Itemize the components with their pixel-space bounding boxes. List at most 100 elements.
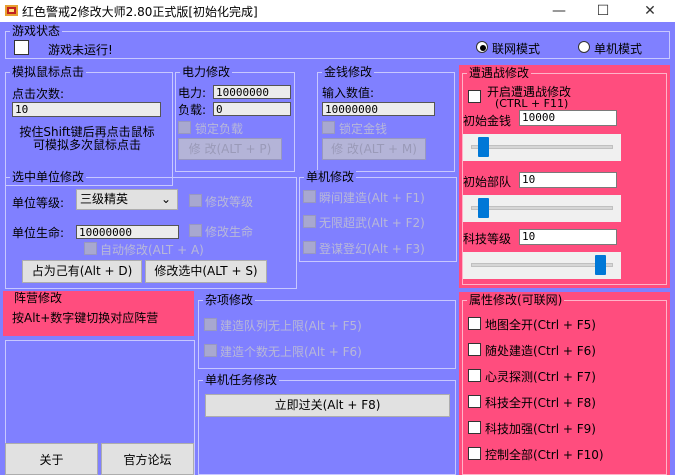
single-mode-radio[interactable] <box>578 41 590 53</box>
initial-money-input[interactable]: 10000 <box>519 110 617 126</box>
modify-level-checkbox[interactable] <box>189 194 202 207</box>
time-travel-checkbox[interactable] <box>303 241 316 254</box>
attribute-checkbox[interactable] <box>468 447 481 460</box>
lock-load-checkbox[interactable] <box>178 121 191 134</box>
chevron-down-icon: ⌄ <box>160 192 171 206</box>
unit-hp-label: 单位生命: <box>12 226 65 240</box>
unlimited-super-checkbox[interactable] <box>303 215 316 228</box>
about-button[interactable]: 关于 <box>5 443 98 475</box>
slider-thumb[interactable] <box>595 255 607 275</box>
click-count-input[interactable]: 10 <box>12 102 161 117</box>
auto-modify-checkbox[interactable] <box>84 242 97 255</box>
slider-thumb[interactable] <box>477 137 489 157</box>
modify-hp-label: 修改生命 <box>205 225 254 239</box>
forum-button[interactable]: 官方论坛 <box>101 443 194 475</box>
pass-level-button[interactable]: 立即过关(Alt + F8) <box>205 394 450 417</box>
maximize-icon: ☐ <box>596 3 610 19</box>
count-unlimited-label: 建造个数无上限(Alt + F6) <box>220 345 362 359</box>
attribute-label[interactable]: 心灵探测(Ctrl + F7) <box>485 368 596 385</box>
attribute-label[interactable]: 科技全开(Ctrl + F8) <box>485 394 596 411</box>
lock-load-label: 锁定负载 <box>195 122 244 136</box>
single-player-title: 单机修改 <box>304 170 357 184</box>
single-mode-label[interactable]: 单机模式 <box>594 40 642 57</box>
load-input[interactable]: 0 <box>213 102 291 116</box>
faction-title: 阵营修改 <box>14 291 63 305</box>
title-bar[interactable]: 红色警戒2修改大师2.80正式版[初始化完成] — ☐ ✕ <box>0 0 675 22</box>
time-travel-label: 登谋登幻(Alt + F3) <box>319 242 425 256</box>
power-title: 电力修改 <box>180 65 233 79</box>
game-status-text: 游戏未运行! <box>48 43 113 57</box>
power-input[interactable]: 10000000 <box>213 85 291 99</box>
unit-title: 选中单位修改 <box>10 170 87 184</box>
occupy-button[interactable]: 占为己有(Alt + D) <box>22 260 142 283</box>
count-unlimited-checkbox[interactable] <box>204 344 217 357</box>
close-icon: ✕ <box>644 3 656 19</box>
lock-money-checkbox[interactable] <box>322 121 335 134</box>
game-status-title: 游戏状态 <box>10 24 63 38</box>
encounter-title: 遭遇战修改 <box>467 66 532 80</box>
slider-track <box>471 206 613 210</box>
faction-hint: 按Alt+数字键切换对应阵营 <box>12 311 159 325</box>
money-input[interactable]: 10000000 <box>322 102 435 116</box>
close-button[interactable]: ✕ <box>627 0 673 22</box>
attribute-checkbox[interactable] <box>468 317 481 330</box>
attributes-title: 属性修改(可联网) <box>467 293 565 307</box>
attribute-checkbox[interactable] <box>468 343 481 356</box>
window-title: 红色警戒2修改大师2.80正式版[初始化完成] <box>22 5 258 19</box>
mission-title: 单机任务修改 <box>203 373 280 387</box>
unlimited-super-label: 无限超武(Alt + F2) <box>319 216 425 230</box>
main-panel: 游戏状态 游戏未运行! 联网模式 单机模式 模拟鼠标点击 点击次数: 10 按住… <box>0 22 675 475</box>
attribute-checkbox[interactable] <box>468 369 481 382</box>
attribute-checkbox[interactable] <box>468 421 481 434</box>
initial-troops-input[interactable]: 10 <box>519 172 617 188</box>
initial-troops-slider[interactable] <box>463 195 621 222</box>
unit-hp-input[interactable]: 10000000 <box>76 225 179 239</box>
attribute-label[interactable]: 科技加强(Ctrl + F9) <box>485 420 596 437</box>
encounter-hotkey: (CTRL + F11) <box>495 97 569 110</box>
queue-unlimited-checkbox[interactable] <box>204 318 217 331</box>
power-modify-button[interactable]: 修 改(ALT + P) <box>178 138 282 160</box>
instant-build-checkbox[interactable] <box>303 190 316 203</box>
initial-money-slider[interactable] <box>463 134 621 161</box>
money-modify-button[interactable]: 修 改(ALT + M) <box>322 138 426 160</box>
load-label: 负载: <box>178 103 207 117</box>
money-input-label: 输入数值: <box>322 86 375 100</box>
queue-unlimited-label: 建造队列无上限(Alt + F5) <box>220 319 362 333</box>
app-icon <box>5 5 18 16</box>
tech-level-label: 科技等级 <box>463 232 512 246</box>
unit-level-label: 单位等级: <box>12 196 65 210</box>
unit-level-value: 三级精英 <box>80 192 129 206</box>
unit-level-select[interactable]: 三级精英 ⌄ <box>76 189 178 210</box>
money-title: 金钱修改 <box>322 65 375 79</box>
instant-build-label: 瞬间建造(Alt + F1) <box>319 191 425 205</box>
online-mode-radio[interactable] <box>476 41 488 53</box>
encounter-enable-checkbox[interactable] <box>468 90 481 103</box>
power-label: 电力: <box>178 86 207 100</box>
initial-troops-label: 初始部队 <box>463 175 512 189</box>
attribute-label[interactable]: 地图全开(Ctrl + F5) <box>485 316 596 333</box>
online-mode-label[interactable]: 联网模式 <box>492 40 540 57</box>
slider-thumb[interactable] <box>477 198 489 218</box>
attribute-checkbox[interactable] <box>468 395 481 408</box>
attribute-label[interactable]: 随处建造(Ctrl + F6) <box>485 342 596 359</box>
slider-track <box>471 145 613 149</box>
maximize-button[interactable]: ☐ <box>580 0 626 22</box>
modify-hp-checkbox[interactable] <box>189 224 202 237</box>
modify-level-label: 修改等级 <box>205 195 254 209</box>
initial-money-label: 初始金钱 <box>463 114 512 128</box>
attribute-label[interactable]: 控制全部(Ctrl + F10) <box>485 446 604 463</box>
modify-selected-button[interactable]: 修改选中(ALT + S) <box>145 260 267 283</box>
auto-modify-label: 自动修改(ALT + A) <box>100 243 204 257</box>
tech-level-slider[interactable] <box>463 252 621 279</box>
minimize-button[interactable]: — <box>536 0 582 22</box>
misc-title: 杂项修改 <box>203 293 256 307</box>
radio-selected-dot <box>480 45 486 51</box>
click-count-label: 点击次数: <box>12 87 65 101</box>
lock-money-label: 锁定金钱 <box>339 122 388 136</box>
minimize-icon: — <box>552 3 566 19</box>
slider-track <box>471 263 613 267</box>
tech-level-input[interactable]: 10 <box>519 229 617 245</box>
mouse-click-title: 模拟鼠标点击 <box>10 65 87 79</box>
click-hint-text: 按住Shift键后再点击鼠标可模拟多次鼠标点击 <box>19 125 155 152</box>
game-status-checkbox[interactable] <box>14 40 29 55</box>
